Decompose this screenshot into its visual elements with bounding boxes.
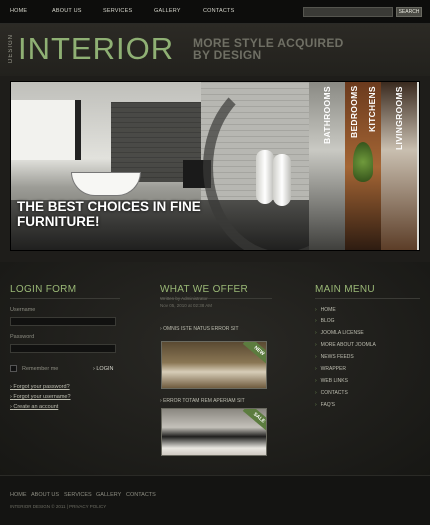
offer-author: Written by Administrator [160,296,208,301]
bullet-icon: › [315,390,317,396]
username-label: Username [10,307,36,313]
menu-item-blog[interactable]: › BLOG [315,318,335,324]
bullet-icon: › [315,366,317,372]
menu-item-label: JOOMLA LICENSE [320,330,364,336]
search-button[interactable]: SEARCH [396,7,422,17]
logo[interactable]: INTERIOR [18,32,174,66]
menu-item-joomla-license[interactable]: › JOOMLA LICENSE [315,330,364,336]
create-account-link[interactable]: › Create an account [10,404,58,410]
remember-me-label: Remember me [22,366,59,372]
offer-item-title[interactable]: › ERROR TOTAM REM APERIAM SIT [160,398,245,404]
plant-image [353,142,373,182]
menu-item-label: CONTACTS [320,390,348,396]
bullet-icon: › [315,342,317,348]
main-menu-title: MAIN MENU [315,284,375,295]
logo-small-text: DESIGN [8,33,14,63]
password-field[interactable] [10,344,116,353]
banner-strip-bedrooms-kitchens[interactable]: BEDROOMS KITCHENS [345,82,381,250]
banner-caption: THE BEST CHOICES IN FINE FURNITURE! [17,199,201,229]
new-badge: NEW [242,342,266,366]
bullet-icon: › [315,378,317,384]
remember-me-checkbox[interactable] [10,365,17,372]
menu-item-contacts[interactable]: › CONTACTS [315,390,348,396]
username-field[interactable] [10,317,116,326]
offer-date: Nov 05, 2010 at 02:38 AM [160,303,213,308]
offer-item-title[interactable]: › OMNIS ISTE NATUS ERROR SIT [160,326,239,332]
bullet-icon: › [315,354,317,360]
bullet-icon: › [315,402,317,408]
menu-item-news-feeds[interactable]: › NEWS FEEDS [315,354,354,360]
create-account-label: Create an account [13,404,59,410]
menu-item-label: FAQ'S [320,402,335,408]
menu-item-label: NEWS FEEDS [320,354,354,360]
footer-link-gallery[interactable]: GALLERY [96,492,121,498]
login-divider [10,298,120,299]
footer-link-about-us[interactable]: ABOUT US [31,492,59,498]
menu-item-wrapper[interactable]: › WRAPPER [315,366,346,372]
menu-item-label: HOME [320,307,336,313]
menu-item-label: MORE ABOUT JOOMLA [320,342,376,348]
menu-item-web-links[interactable]: › WEB LINKS [315,378,348,384]
login-form-title: LOGIN FORM [10,284,77,295]
bullet-icon: › [315,330,317,336]
nav-contacts[interactable]: CONTACTS [203,8,234,14]
copyright-text: INTERIOR DESIGN © 2011 | PRIVACY POLICY [10,504,107,509]
banner-strip-livingrooms[interactable]: LIVINGROOMS [381,82,417,250]
offer-item-2-label: ERROR TOTAM REM APERIAM SIT [163,398,245,404]
menu-divider [315,298,420,299]
bullet-icon: › [315,307,317,313]
hero-banner[interactable]: BATHROOMS BEDROOMS KITCHENS LIVINGROOMS … [10,81,420,251]
forgot-password-label: Forgot your password? [13,384,70,390]
bullet-icon: › [315,318,317,324]
menu-item-home[interactable]: › HOME [315,307,336,313]
what-we-offer-title: WHAT WE OFFER [160,284,248,295]
footer-link-services[interactable]: SERVICES [64,492,92,498]
menu-item-label: BLOG [320,318,335,324]
nav-about-us[interactable]: ABOUT US [52,8,82,14]
nav-home[interactable]: HOME [10,8,27,14]
banner-window [11,100,81,160]
menu-item-more-about-joomla[interactable]: › MORE ABOUT JOOMLA [315,342,376,348]
forgot-username-link[interactable]: › Forgot your username? [10,394,71,400]
footer [0,475,430,525]
login-button[interactable]: › LOGIN [93,366,114,372]
menu-item-label: WRAPPER [320,366,346,372]
tagline: MORE STYLE ACQUIRED BY DESIGN [193,36,344,62]
category-livingrooms[interactable]: LIVINGROOMS [381,86,417,156]
top-nav: HOME ABOUT US SERVICES GALLERY CONTACTS … [0,0,430,24]
menu-item-label: WEB LINKS [320,378,348,384]
offer-image-bed[interactable]: SALE [161,408,267,456]
offer-item-1-label: OMNIS ISTE NATUS ERROR SIT [163,326,239,332]
forgot-password-link[interactable]: › Forgot your password? [10,384,70,390]
category-bathrooms[interactable]: BATHROOMS [309,86,345,156]
forgot-username-label: Forgot your username? [13,394,71,400]
login-button-label: LOGIN [96,366,114,372]
footer-link-home[interactable]: HOME [10,492,27,498]
footer-link-contacts[interactable]: CONTACTS [126,492,156,498]
nav-gallery[interactable]: GALLERY [154,8,181,14]
offer-image-bedroom[interactable]: NEW [161,341,267,389]
menu-item-faqs[interactable]: › FAQ'S [315,402,335,408]
search-input[interactable] [303,7,393,17]
sale-badge: SALE [242,409,266,433]
nav-services[interactable]: SERVICES [103,8,132,14]
password-label: Password [10,334,35,340]
banner-strip-bathrooms[interactable]: BATHROOMS [309,82,345,250]
